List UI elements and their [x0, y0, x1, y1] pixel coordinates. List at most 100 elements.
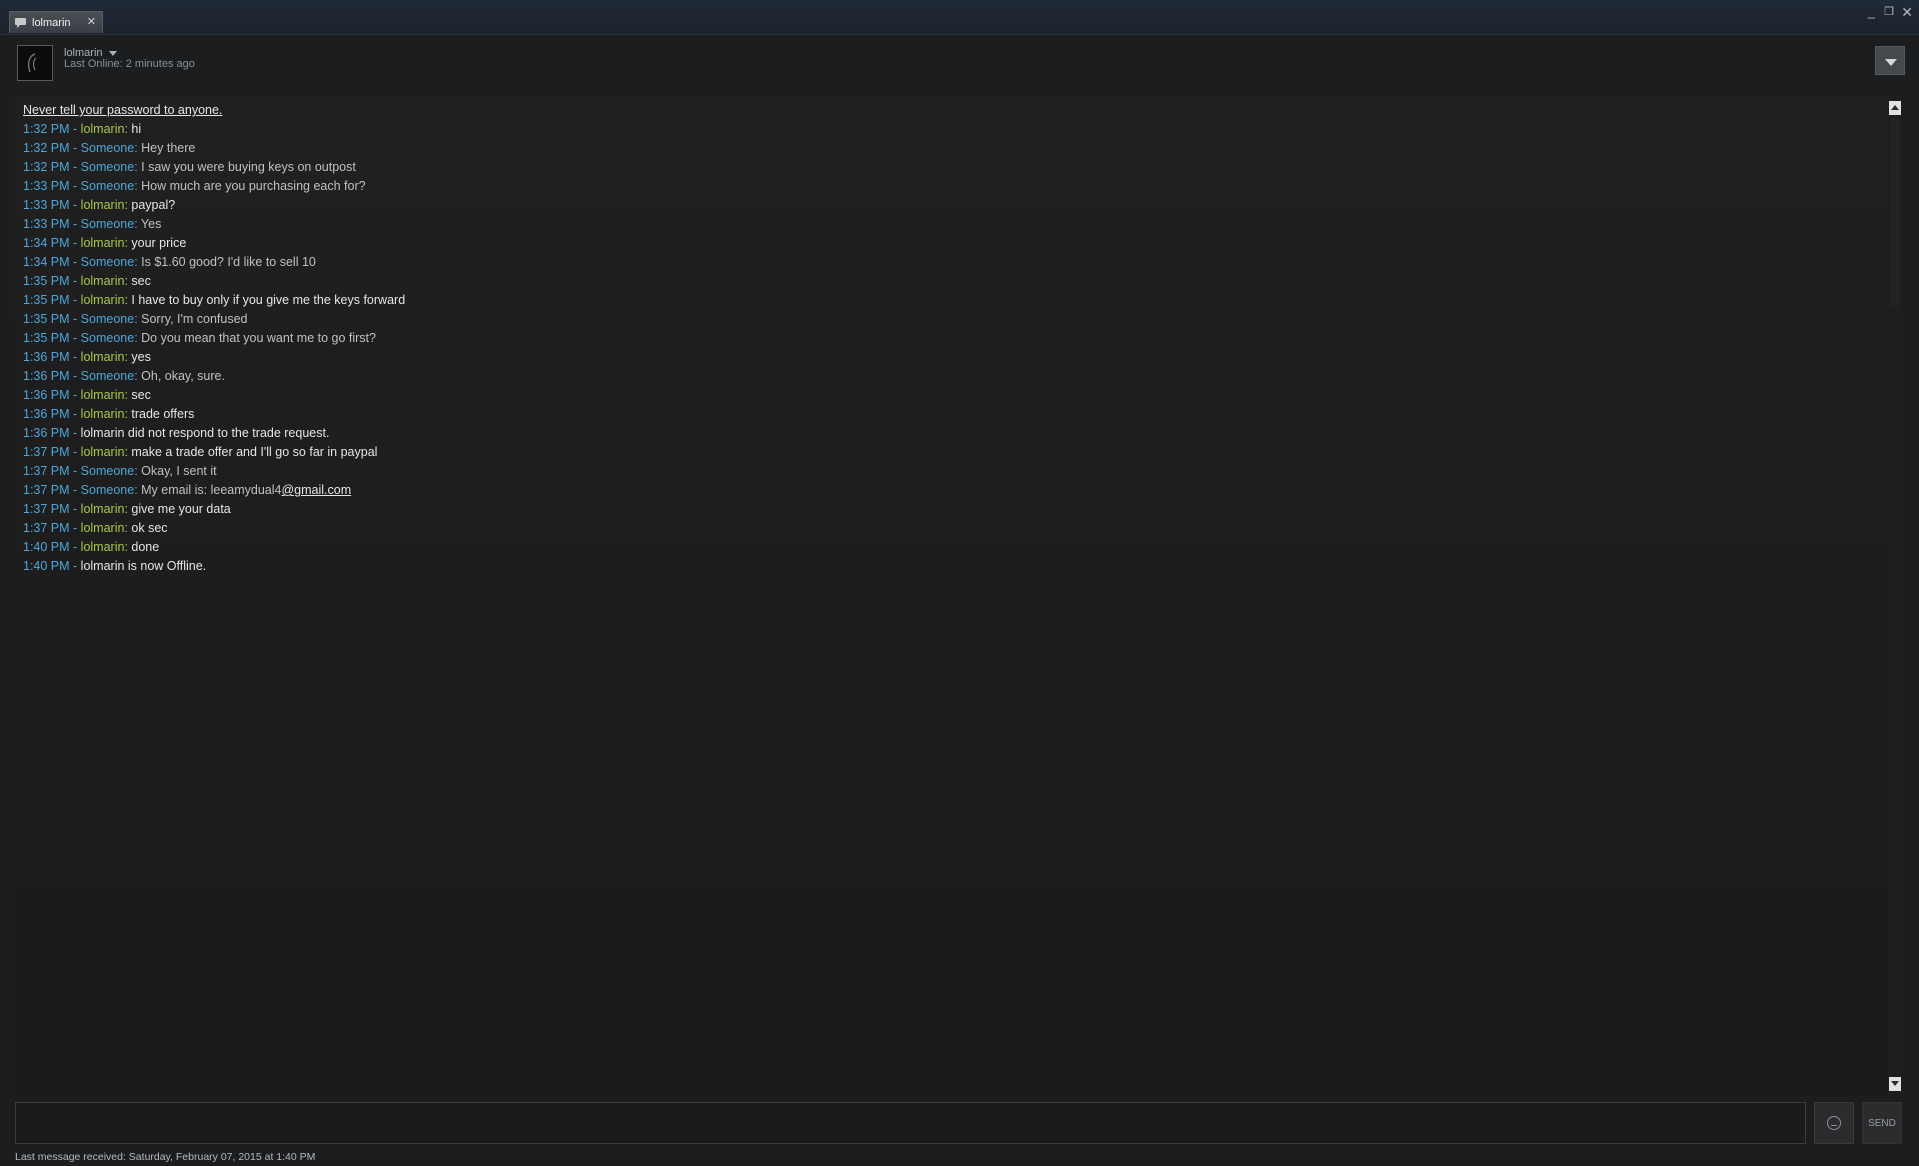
separator: -	[69, 217, 81, 231]
message-time: 1:32 PM	[23, 122, 70, 136]
chat-message: 1:36 PM - Someone: Oh, okay, sure.	[23, 367, 405, 386]
chat-message: 1:32 PM - Someone: Hey there	[23, 139, 405, 158]
message-text: sec	[131, 388, 151, 402]
message-time: 1:36 PM	[23, 388, 70, 402]
minimize-icon[interactable]: _	[1868, 5, 1875, 19]
avatar[interactable]	[17, 45, 53, 81]
chat-message: 1:32 PM - Someone: I saw you were buying…	[23, 158, 405, 177]
chat-message: 1:40 PM - lolmarin is now Offline.	[23, 557, 405, 576]
message-time: 1:40 PM	[23, 540, 70, 554]
message-time: 1:33 PM	[23, 179, 70, 193]
separator: -	[69, 445, 81, 459]
message-text: ok sec	[131, 521, 168, 535]
separator: -	[69, 426, 81, 440]
message-time: 1:36 PM	[23, 350, 70, 364]
message-text: paypal?	[131, 198, 176, 212]
separator: -	[69, 502, 81, 516]
message-time: 1:40 PM	[23, 559, 70, 573]
separator: -	[69, 198, 81, 212]
maximize-icon[interactable]: ❐	[1884, 5, 1894, 19]
message-time: 1:36 PM	[23, 407, 70, 421]
message-text: Hey there	[141, 141, 196, 155]
message-text: I have to buy only if you give me the ke…	[131, 293, 406, 307]
message-time: 1:36 PM	[23, 426, 70, 440]
message-time: 1:37 PM	[23, 483, 70, 497]
chat-message: 1:33 PM - lolmarin: paypal?	[23, 196, 405, 215]
message-text: give me your data	[131, 502, 231, 516]
chat-message: 1:35 PM - Someone: Do you mean that you …	[23, 329, 405, 348]
chevron-down-icon	[1885, 59, 1897, 66]
message-text: make a trade offer and I'll go so far in…	[131, 445, 378, 459]
friend-menu-chevron-down-icon[interactable]	[109, 51, 117, 56]
message-time: 1:37 PM	[23, 502, 70, 516]
separator: -	[69, 350, 81, 364]
message-text: trade offers	[131, 407, 195, 421]
separator: -	[69, 312, 81, 326]
message-input[interactable]	[15, 1102, 1806, 1144]
status-message: lolmarin is now Offline.	[80, 559, 207, 573]
sender-name: lolmarin	[80, 407, 125, 421]
message-text: done	[131, 540, 160, 554]
send-button[interactable]: SEND	[1862, 1102, 1902, 1144]
chat-scrollbar[interactable]	[1888, 96, 1902, 1094]
last-online-status: Last Online: 2 minutes ago	[64, 58, 195, 70]
close-window-icon[interactable]: ✕	[1901, 5, 1913, 19]
sender-name: Someone	[80, 331, 135, 345]
separator: -	[69, 369, 81, 383]
chat-message: 1:35 PM - lolmarin: I have to buy only i…	[23, 291, 405, 310]
separator: -	[69, 274, 81, 288]
chat-bubble-icon	[15, 17, 27, 28]
message-text: Okay, I sent it	[141, 464, 217, 478]
chat-message: 1:34 PM - lolmarin: your price	[23, 234, 405, 253]
separator: -	[69, 540, 81, 554]
message-time: 1:37 PM	[23, 464, 70, 478]
title-bar: lolmarin ✕ _ ❐ ✕	[0, 0, 1919, 35]
emoticon-button[interactable]	[1814, 1102, 1854, 1144]
separator: -	[69, 388, 81, 402]
password-warning: Never tell your password to anyone.	[23, 103, 223, 117]
chat-message: 1:37 PM - lolmarin: ok sec	[23, 519, 405, 538]
sender-name: lolmarin	[80, 502, 125, 516]
message-time: 1:32 PM	[23, 160, 70, 174]
chat-message: 1:37 PM - Someone: Okay, I sent it	[23, 462, 405, 481]
chat-tab[interactable]: lolmarin ✕	[9, 11, 103, 33]
sender-name: lolmarin	[80, 445, 125, 459]
chat-message: 1:35 PM - Someone: Sorry, I'm confused	[23, 310, 405, 329]
scroll-thumb[interactable]	[1891, 118, 1899, 306]
message-time: 1:37 PM	[23, 521, 70, 535]
message-text: Yes	[140, 217, 162, 231]
tab-close-icon[interactable]: ✕	[87, 15, 96, 28]
tab-title: lolmarin	[32, 16, 71, 29]
message-text: Oh, okay, sure.	[141, 369, 225, 383]
sender-name: Someone	[80, 483, 135, 497]
sender-name: lolmarin	[80, 388, 125, 402]
message-text: your price	[131, 236, 187, 250]
separator: -	[69, 236, 81, 250]
chat-message: 1:40 PM - lolmarin: done	[23, 538, 405, 557]
chat-message: 1:37 PM - lolmarin: make a trade offer a…	[23, 443, 405, 462]
message-time: 1:35 PM	[23, 293, 70, 307]
sender-name: lolmarin	[80, 274, 125, 288]
chat-message: 1:36 PM - lolmarin did not respond to th…	[23, 424, 405, 443]
message-time: 1:34 PM	[23, 236, 70, 250]
email-link[interactable]: @gmail.com	[281, 483, 351, 497]
separator: -	[69, 559, 81, 573]
chat-message: 1:36 PM - lolmarin: trade offers	[23, 405, 405, 424]
separator: -	[69, 521, 81, 535]
sender-name: Someone	[80, 312, 135, 326]
message-time: 1:37 PM	[23, 445, 70, 459]
message-text: My email is: leeamydual4	[141, 483, 282, 497]
scroll-up-arrow-icon[interactable]	[1889, 101, 1901, 115]
message-text: yes	[131, 350, 151, 364]
sender-name: lolmarin	[80, 122, 125, 136]
separator: -	[69, 293, 81, 307]
message-text: sec	[131, 274, 151, 288]
message-time: 1:35 PM	[23, 274, 70, 288]
scroll-down-arrow-icon[interactable]	[1889, 1077, 1901, 1091]
message-list: Never tell your password to anyone. 1:32…	[23, 101, 405, 576]
message-text: hi	[131, 122, 142, 136]
chat-options-button[interactable]	[1875, 46, 1905, 75]
sender-name: lolmarin	[80, 521, 125, 535]
message-time: 1:34 PM	[23, 255, 70, 269]
status-message: lolmarin did not respond to the trade re…	[80, 426, 330, 440]
